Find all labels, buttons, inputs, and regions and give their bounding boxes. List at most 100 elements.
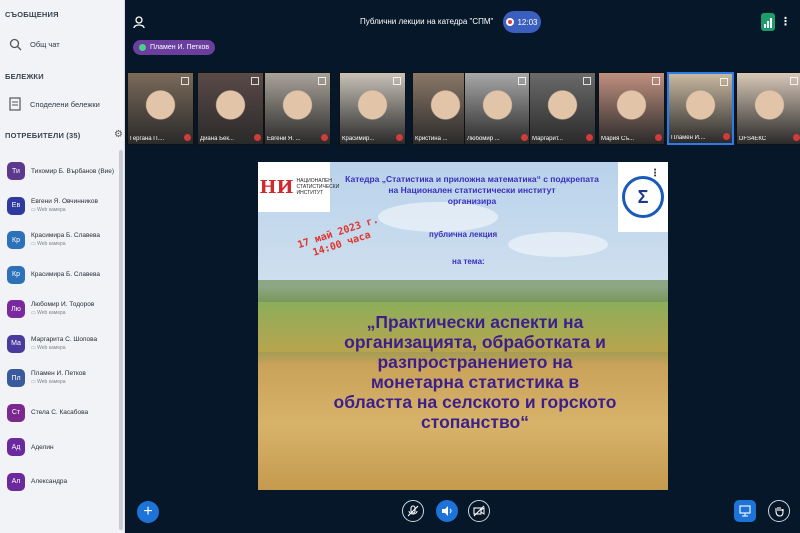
user-list-item[interactable]: Ал Александра — [7, 468, 119, 496]
shared-notes-item[interactable]: Споделени бележки — [8, 97, 100, 111]
user-list-item[interactable]: Пл Пламен И. Петков ▭ Web камера — [7, 364, 119, 392]
microphone-muted-icon — [321, 134, 328, 141]
participant-tile[interactable]: Любомир ... — [464, 72, 531, 145]
user-list-item[interactable]: Ма Маргарита С. Шопова ▭ Web камера — [7, 330, 119, 358]
timer-text: 12:03 — [517, 17, 538, 27]
avatar: Ал — [7, 472, 25, 491]
slide-title-line4: монетарна статистика в — [370, 372, 580, 392]
avatar-initials: Кр — [12, 271, 20, 278]
slide-theme-label: на тема: — [452, 257, 485, 266]
expand-icon[interactable] — [790, 77, 798, 85]
avatar: Лю — [7, 300, 25, 318]
settings-gear-icon[interactable]: ⚙ — [114, 129, 123, 140]
avatar-initials: Лю — [11, 305, 21, 313]
mute-microphone-button[interactable] — [402, 500, 424, 522]
user-list-item[interactable]: Кр Красимира Б. Славева — [7, 261, 119, 289]
chat-icon — [8, 37, 22, 51]
user-info: Евгени Я. Овчинников ▭ Web камера — [31, 197, 98, 215]
participant-tile[interactable]: Красимир... — [339, 72, 406, 145]
expand-icon[interactable] — [181, 77, 189, 85]
slide-options-icon[interactable]: ⋮ — [650, 168, 660, 179]
avatar: Ад — [7, 438, 25, 456]
participant-name: Красимир... — [342, 136, 375, 142]
expand-icon[interactable] — [318, 77, 326, 85]
user-list-item[interactable]: Ад Аделин — [7, 433, 119, 461]
presenter-name: Пламен И. Петков — [150, 44, 210, 51]
avatar-initials: Ст — [11, 409, 21, 416]
add-action-button[interactable]: + — [137, 501, 159, 523]
avatar-initials: Ал — [11, 478, 21, 485]
participant-tile[interactable]: Пламен И.... — [667, 72, 734, 145]
recording-timer[interactable]: 12:03 — [503, 11, 541, 33]
user-list-item[interactable]: Ти Тихомир Б. Върбанов (Вие) — [7, 157, 119, 185]
department-logo: Σ — [618, 162, 668, 232]
user-status: ▭ Web камера — [31, 344, 97, 353]
record-icon — [506, 18, 515, 26]
expand-icon[interactable] — [652, 77, 660, 85]
participant-name: Диана Бек... — [200, 136, 234, 142]
avatar-initials: Ти — [12, 167, 20, 175]
plus-icon: + — [143, 503, 153, 520]
user-list-item[interactable]: Кр Красимира Б. Славева ▭ Web камера — [7, 226, 119, 254]
user-name: Маргарита С. Шопова — [31, 335, 98, 343]
camera-off-icon — [473, 505, 485, 517]
avatar-initials: Ад — [11, 443, 21, 451]
participant-name: Любомир ... — [467, 136, 500, 142]
participant-tile[interactable]: Маргарит... — [529, 72, 596, 145]
user-settings-icon[interactable] — [133, 15, 147, 32]
mic-active-icon — [139, 44, 146, 51]
slide-header-line2: на Национален статистически институт — [388, 185, 556, 195]
expand-icon[interactable] — [583, 77, 591, 85]
expand-icon[interactable] — [393, 77, 401, 85]
user-status: ▭ Web камера — [31, 240, 100, 249]
avatar: Ма — [7, 334, 25, 353]
avatar: Пл — [7, 369, 25, 387]
slide-header-line3: организира — [447, 196, 497, 206]
participant-tile[interactable]: Мария Съ... — [598, 72, 665, 145]
users-section-title: ПОТРЕБИТЕЛИ (35) — [5, 131, 81, 140]
user-name: Александра — [31, 478, 68, 485]
participant-tile[interactable]: Диана Бек... — [197, 72, 264, 145]
user-status-text: Web камера — [37, 344, 66, 351]
slide-lecture-label: публична лекция — [429, 230, 498, 239]
hand-icon — [775, 507, 784, 517]
slide-date: 17 май 2023 г. 14:00 часа — [296, 215, 384, 264]
expand-icon[interactable] — [720, 78, 728, 86]
user-list-item[interactable]: Лю Любомир И. Тодоров ▭ Web камера — [7, 295, 119, 323]
raise-hand-button[interactable] — [768, 500, 790, 522]
user-list-scrollbar[interactable] — [119, 150, 123, 530]
speaker-icon — [442, 506, 452, 516]
user-status: ▭ Web камера — [31, 206, 98, 215]
avatar: Кр — [7, 265, 25, 284]
main-area: Публични лекции на катедра "СПМ" 12:03 ⋮… — [125, 0, 800, 533]
participant-name: DFS4ЕКС — [739, 136, 767, 142]
options-menu-icon[interactable]: ⋮ — [780, 15, 791, 28]
participant-tile[interactable]: DFS4ЕКС — [736, 72, 800, 145]
microphone-muted-icon — [723, 133, 730, 140]
avatar-initials: Ма — [11, 340, 21, 347]
user-status-text: Web камера — [37, 310, 66, 316]
connection-status-icon[interactable] — [761, 13, 775, 31]
user-info: Маргарита С. Шопова ▭ Web камера — [31, 335, 97, 353]
user-name: Любомир И. Тодоров — [31, 301, 95, 308]
microphone-muted-icon — [396, 134, 403, 141]
presentation-toggle-button[interactable] — [734, 500, 756, 522]
public-chat-item[interactable]: Общ чат — [8, 37, 60, 51]
slide-title-line2: организацията, обработката и — [344, 332, 606, 352]
user-info: Любомир И. Тодоров ▭ Web камера — [31, 300, 94, 318]
presenter-chip[interactable]: Пламен И. Петков — [133, 40, 216, 55]
user-list-item[interactable]: Ев Евгени Я. Овчинников ▭ Web камера — [7, 192, 119, 220]
user-list-item[interactable]: Ст Стела С. Касабова — [7, 399, 119, 427]
audio-button[interactable] — [436, 500, 458, 522]
participant-tile[interactable]: Евгени Я. ... — [264, 72, 331, 145]
user-name: Красимира Б. Славева — [31, 271, 101, 278]
avatar-initials: Ев — [11, 202, 21, 209]
avatar-initials: Кр — [12, 236, 20, 244]
notes-section-title: БЕЛЕЖКИ — [5, 72, 44, 81]
expand-icon[interactable] — [518, 77, 526, 85]
participant-tile[interactable]: Гергана П.... — [127, 72, 194, 145]
expand-icon[interactable] — [251, 77, 259, 85]
microphone-off-icon — [407, 505, 419, 517]
user-info: Красимира Б. Славева ▭ Web камера — [31, 231, 100, 249]
camera-button[interactable] — [468, 500, 490, 522]
